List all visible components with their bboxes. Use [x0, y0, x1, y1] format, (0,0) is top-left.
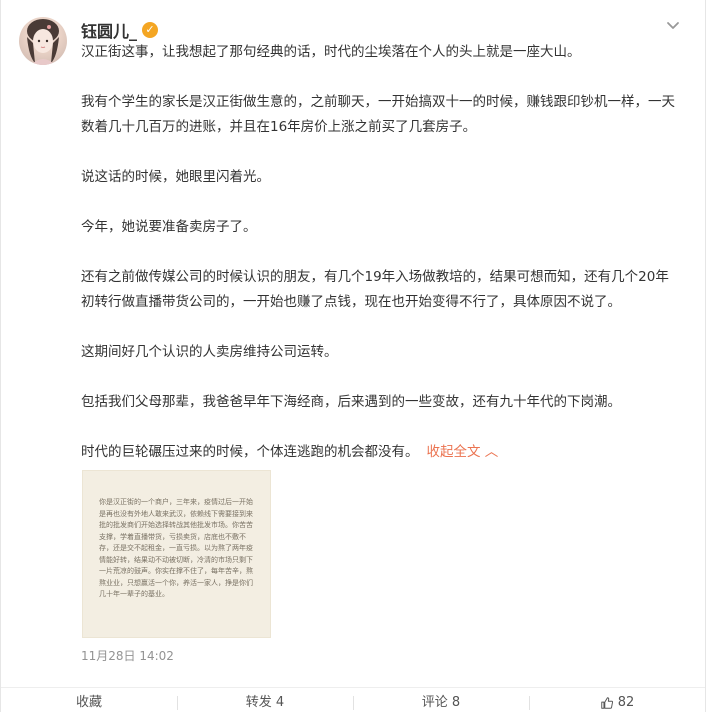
- post-paragraph: 汉正街这事，让我想起了那句经典的话，时代的尘埃落在个人的头上就是一座大山。: [81, 44, 581, 60]
- collapse-label[interactable]: 收起全文: [427, 444, 481, 460]
- post-paragraph: 这期间好几个认识的人卖房维持公司运转。: [81, 344, 338, 360]
- avatar[interactable]: [19, 17, 67, 65]
- collapse-full-text-link[interactable]: 收起全文 ︿: [427, 444, 499, 460]
- post-paragraph: 包括我们父母那辈，我爸爸早年下海经商，后来遇到的一些变故，还有九十年代的下岗潮。: [81, 394, 621, 410]
- post-paragraph-last: 时代的巨轮碾压过来的时候，个体连逃跑的机会都没有。 收起全文 ︿: [81, 440, 681, 465]
- repost-button[interactable]: 转发 4: [177, 688, 353, 713]
- collect-label[interactable]: 收藏: [76, 695, 102, 710]
- chevron-up-icon[interactable]: ︿: [481, 444, 499, 460]
- post-paragraph: 还有之前做传媒公司的时候认识的朋友，有几个19年入场做教培的，结果可想而知，还有…: [81, 269, 669, 310]
- post-paragraph: 今年，她说要准备卖房子了。: [81, 219, 257, 235]
- post-timestamp[interactable]: 11月28日 14:02: [81, 647, 174, 664]
- post-paragraph: 我有个学生的家长是汉正街做生意的，之前聊天，一开始搞双十一的时候，赚钱跟印钞机一…: [81, 94, 675, 135]
- thumbs-up-icon[interactable]: [600, 696, 614, 710]
- post-content: 汉正街这事，让我想起了那句经典的话，时代的尘埃落在个人的头上就是一座大山。 我有…: [81, 40, 681, 465]
- post-action-bar: 收藏 转发 4 评论 8 82: [1, 687, 705, 713]
- repost-label[interactable]: 转发 4: [246, 695, 284, 710]
- like-count[interactable]: 82: [618, 688, 635, 718]
- post-image-text: 你是汉正街的一个商户，三年来，疫情过后一开始是再也没有外地人敢来武汉，依赖线下需…: [99, 498, 253, 598]
- post-paragraph: 说这话的时候，她眼里闪着光。: [81, 169, 270, 185]
- collect-button[interactable]: 收藏: [1, 688, 177, 713]
- username[interactable]: 钰圆儿_ ✓: [81, 18, 159, 42]
- comment-button[interactable]: 评论 8: [353, 688, 529, 713]
- verified-badge-icon: ✓: [142, 22, 159, 38]
- post-paragraph-text: 时代的巨轮碾压过来的时候，个体连逃跑的机会都没有。: [81, 444, 419, 460]
- comment-label[interactable]: 评论 8: [422, 695, 460, 710]
- more-options-icon[interactable]: [663, 16, 683, 36]
- post-image-thumbnail[interactable]: 你是汉正街的一个商户，三年来，疫情过后一开始是再也没有外地人敢来武汉，依赖线下需…: [82, 470, 271, 638]
- weibo-post-card: 钰圆儿_ ✓ 汉正街这事，让我想起了那句经典的话，时代的尘埃落在个人的头上就是一…: [0, 0, 706, 712]
- like-button[interactable]: 82: [529, 688, 705, 713]
- username-text[interactable]: 钰圆儿_: [81, 18, 137, 42]
